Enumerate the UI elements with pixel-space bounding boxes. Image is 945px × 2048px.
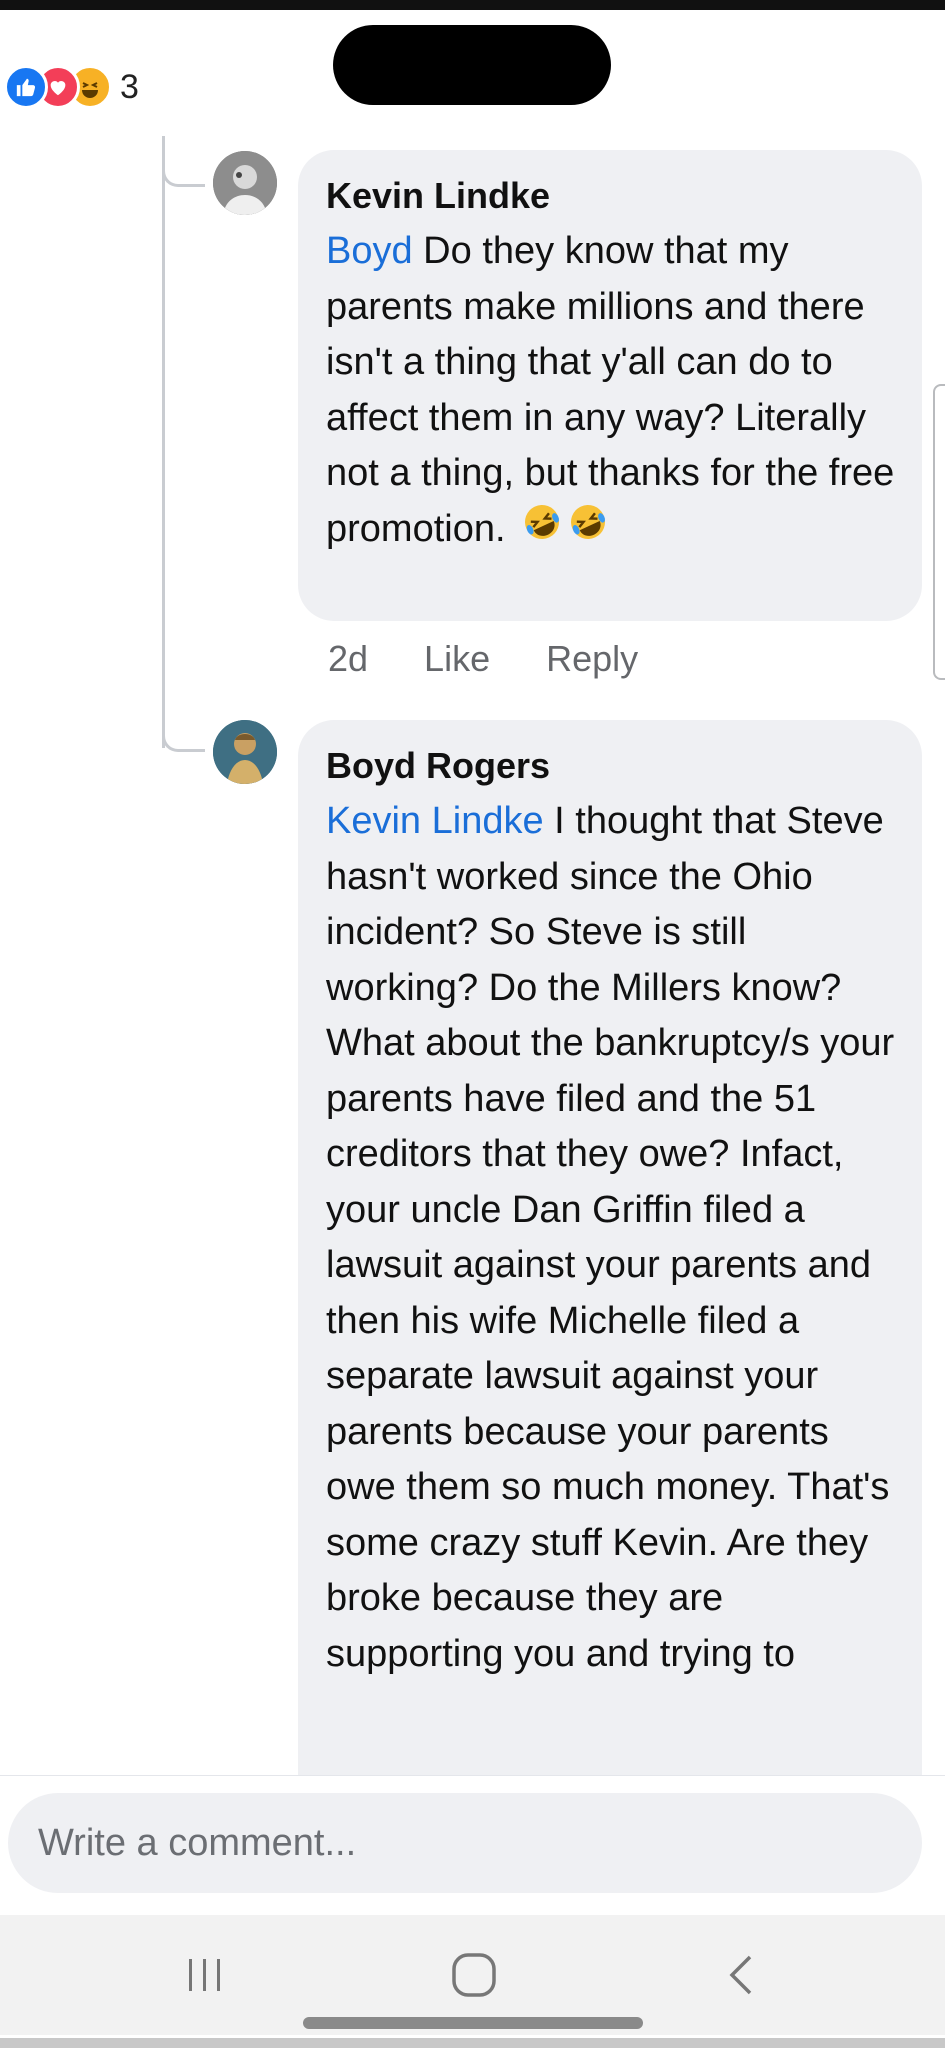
home-icon [452,1953,496,1997]
home-button[interactable] [434,1945,514,2005]
back-button[interactable] [700,1945,780,2005]
recent-apps-button[interactable] [165,1945,245,2005]
status-bar-edge [0,0,945,10]
thread-connector [162,727,205,752]
back-icon [729,1955,752,1995]
comment-author[interactable]: Boyd Rogers [326,744,900,788]
reaction-count: 3 [120,67,139,106]
like-icon [4,65,48,109]
avatar[interactable] [213,151,277,215]
rolling-laughing-emoji [522,502,562,559]
comment-body-text: Do they know that my parents make millio… [326,230,895,550]
comment-text: Boyd Do they know that my parents make m… [326,224,900,559]
rolling-laughing-emoji [568,502,608,559]
mention-link[interactable]: Boyd [326,230,413,272]
comment-input[interactable] [8,1793,922,1893]
thread-line [162,136,165,748]
scroll-indicator [933,384,945,680]
comment-author[interactable]: Kevin Lindke [326,174,900,218]
thread-connector [162,162,205,187]
comment-body-text: I thought that Steve hasn't worked since… [326,800,895,1675]
reply-button[interactable]: Reply [546,638,638,680]
comment-time: 2d [328,638,369,679]
comment-actions: 2d Like Reply [328,638,638,680]
gesture-handle[interactable] [303,2017,643,2029]
like-button[interactable]: Like [424,638,490,680]
comment-text: Kevin Lindke I thought that Steve hasn't… [326,794,900,1682]
comment-composer [0,1775,945,1916]
avatar[interactable] [213,720,277,784]
reaction-summary[interactable]: 3 [4,62,139,112]
camera-notch [333,25,611,105]
screen-bottom-edge [0,2038,945,2048]
comment-bubble: Boyd Rogers Kevin Lindke I thought that … [298,720,922,1780]
mention-link[interactable]: Kevin Lindke [326,800,544,842]
recent-apps-icon [189,1959,220,1991]
comment-bubble: Kevin Lindke Boyd Do they know that my p… [298,150,922,621]
